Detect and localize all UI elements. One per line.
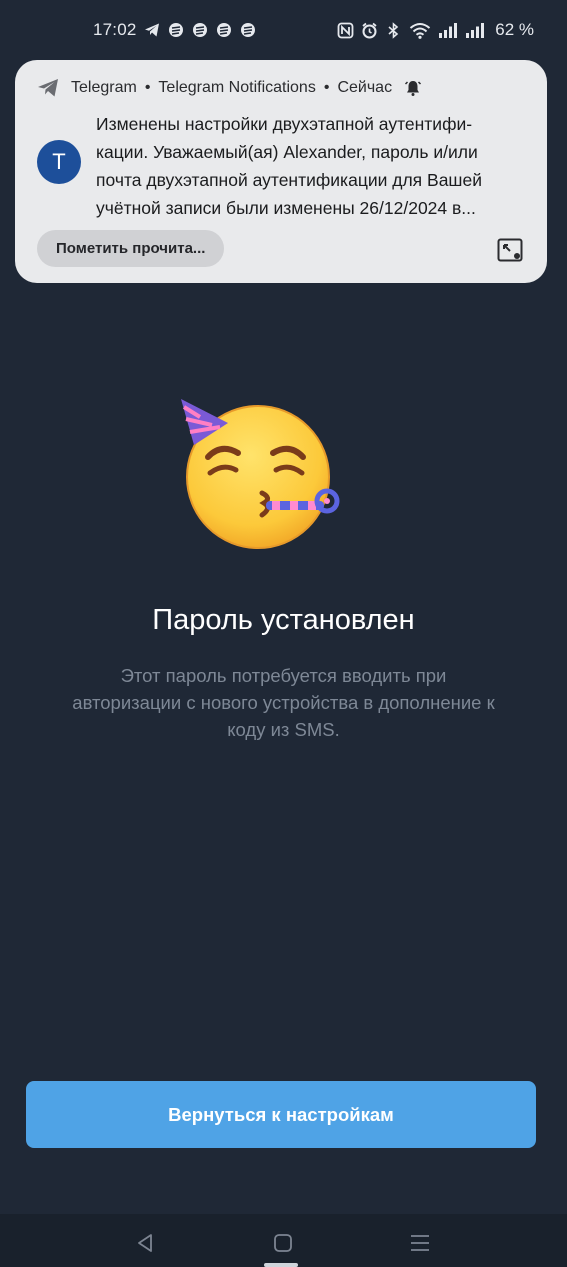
- app-icon: [168, 22, 184, 38]
- alarm-icon: [361, 22, 378, 39]
- home-icon[interactable]: [272, 1232, 294, 1254]
- mark-as-read-button[interactable]: Пометить прочита...: [37, 230, 225, 267]
- status-bar: 17:02 62 %: [0, 0, 567, 60]
- message-line: кации. Уважаемый(ая) Alexander, пароль и…: [96, 142, 478, 162]
- picture-in-picture-icon[interactable]: [497, 238, 523, 262]
- message-line: учётной записи были изменены 26/12/2024 …: [96, 198, 476, 218]
- navigation-bar: [0, 1214, 567, 1267]
- telegram-icon: [144, 22, 160, 38]
- message-line: почта двухэтапной аутентификации для Ваш…: [96, 170, 482, 190]
- notification-channel: Telegram Notifications: [158, 79, 316, 96]
- page-title: Пароль установлен: [152, 604, 415, 636]
- signal-icon: [438, 22, 458, 39]
- notification-message: Изменены настройки двухэтапной аутентифи…: [96, 110, 530, 222]
- sender-avatar: T: [37, 140, 81, 184]
- notification-header: Telegram • Telegram Notifications • Сейч…: [37, 78, 422, 98]
- nfc-icon: [337, 22, 354, 39]
- return-to-settings-button[interactable]: Вернуться к настройкам: [26, 1081, 536, 1148]
- description-line: коду из SMS.: [227, 719, 340, 740]
- status-notification-icons: [144, 22, 256, 38]
- party-face-emoji: [176, 395, 346, 555]
- app-icon: [240, 22, 256, 38]
- recents-icon[interactable]: [409, 1232, 431, 1254]
- status-system-icons: 62 %: [337, 20, 534, 40]
- screen: 17:02 62 % Telegram • Telegram Notificat…: [0, 0, 567, 1267]
- battery-level: 62 %: [495, 20, 534, 39]
- description-line: Этот пароль потребуется вводить при: [120, 665, 447, 686]
- description-line: авторизации с нового устройства в дополн…: [72, 692, 495, 713]
- separator-dot: •: [144, 79, 151, 96]
- alert-bell-icon: [404, 79, 422, 97]
- separator-dot: •: [323, 79, 330, 96]
- wifi-icon: [409, 22, 431, 39]
- notification-time: Сейчас: [337, 79, 393, 96]
- telegram-notification[interactable]: Telegram • Telegram Notifications • Сейч…: [15, 60, 547, 283]
- notification-app-name: Telegram: [71, 79, 137, 96]
- page-description: Этот пароль потребуется вводить при авто…: [30, 662, 537, 743]
- status-time: 17:02: [93, 20, 137, 39]
- gesture-indicator: [264, 1263, 298, 1267]
- back-icon[interactable]: [135, 1232, 157, 1254]
- telegram-icon: [37, 78, 59, 98]
- message-line: Изменены настройки двухэтапной аутентифи…: [96, 114, 473, 134]
- bluetooth-icon: [385, 21, 402, 39]
- app-icon: [216, 22, 232, 38]
- app-icon: [192, 22, 208, 38]
- signal-icon: [465, 22, 485, 39]
